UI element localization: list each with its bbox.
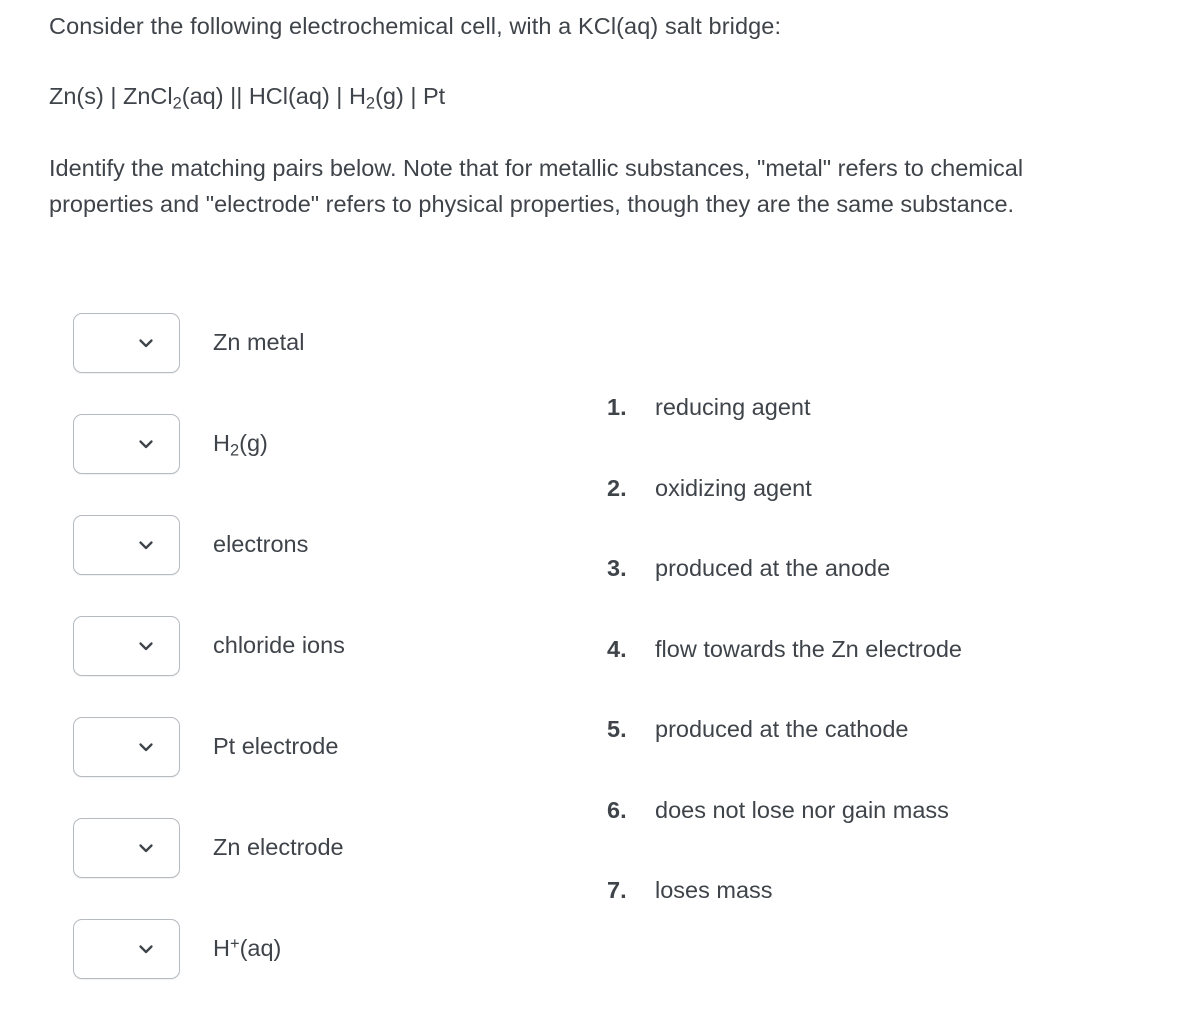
list-item: 5. produced at the cathode	[607, 716, 1127, 797]
match-select-3[interactable]	[73, 515, 180, 575]
answer-text-4: flow towards the Zn electrode	[655, 635, 962, 662]
answer-text-7: loses mass	[655, 877, 773, 903]
chevron-down-icon	[136, 434, 156, 454]
match-label-7: H+(aq)	[213, 935, 282, 962]
match-select-6[interactable]	[73, 818, 180, 878]
match-label-1: Zn metal	[213, 329, 305, 356]
match-row: H+(aq)	[73, 919, 543, 979]
cell-notation: Zn(s) | ZnCl2(aq) || HCl(aq) | H2(g) | P…	[49, 79, 1139, 114]
match-label-7-pre: H	[213, 935, 230, 962]
cell-notation-sub1: 2	[172, 94, 182, 113]
answer-text-1: reducing agent	[655, 394, 811, 420]
intro-text: Consider the following electrochemical c…	[49, 13, 782, 39]
match-label-5: Pt electrode	[213, 733, 339, 760]
answer-number-1: 1.	[607, 394, 627, 420]
match-row: Pt electrode	[73, 717, 543, 777]
match-label-2: H2(g)	[213, 430, 268, 459]
match-select-7[interactable]	[73, 919, 180, 979]
answer-text-6: does not lose nor gain mass	[655, 796, 949, 823]
answer-number-2: 2.	[607, 474, 627, 501]
answer-text-2: oxidizing agent	[655, 474, 812, 501]
chevron-down-icon	[136, 939, 156, 959]
cell-notation-part1: Zn(s) | ZnCl	[49, 83, 173, 109]
list-item: 3. produced at the anode	[607, 555, 1127, 636]
match-label-3: electrons	[213, 531, 309, 558]
match-row: H2(g)	[73, 414, 543, 474]
match-label-6: Zn electrode	[213, 834, 344, 861]
answer-options-list: 1. reducing agent 2. oxidizing agent 3. …	[607, 394, 1127, 958]
answer-number-4: 4.	[607, 635, 627, 662]
match-label-7-sup: +	[229, 935, 240, 954]
list-item: 4. flow towards the Zn electrode	[607, 636, 1127, 717]
match-label-2-post: (g)	[239, 430, 268, 457]
match-label-2-pre: H	[213, 430, 230, 457]
answer-text-5: produced at the cathode	[655, 716, 909, 742]
match-row: Zn electrode	[73, 818, 543, 878]
match-row: electrons	[73, 515, 543, 575]
answer-number-6: 6.	[607, 796, 627, 823]
chevron-down-icon	[136, 636, 156, 656]
match-label-2-sub: 2	[229, 441, 240, 460]
match-items-column: Zn metal H2(g) electrons chloride ions P…	[73, 313, 543, 1020]
match-select-1[interactable]	[73, 313, 180, 373]
list-item: 2. oxidizing agent	[607, 475, 1127, 556]
chevron-down-icon	[136, 737, 156, 757]
match-label-7-post: (aq)	[239, 935, 282, 962]
list-item: 7. loses mass	[607, 877, 1127, 958]
cell-notation-part3: (g) | Pt	[375, 83, 446, 109]
match-select-5[interactable]	[73, 717, 180, 777]
cell-notation-part2: (aq) || HCl(aq) | H	[181, 83, 366, 109]
match-select-2[interactable]	[73, 414, 180, 474]
match-label-4: chloride ions	[213, 632, 345, 659]
list-item: 1. reducing agent	[607, 394, 1127, 475]
chevron-down-icon	[136, 838, 156, 858]
instructions-text: Identify the matching pairs below. Note …	[49, 155, 1024, 217]
chevron-down-icon	[136, 535, 156, 555]
list-item: 6. does not lose nor gain mass	[607, 797, 1127, 878]
cell-notation-sub2: 2	[365, 94, 376, 113]
match-row: chloride ions	[73, 616, 543, 676]
match-row: Zn metal	[73, 313, 543, 373]
chevron-down-icon	[136, 333, 156, 353]
answer-number-5: 5.	[607, 716, 627, 742]
match-select-4[interactable]	[73, 616, 180, 676]
answer-text-3: produced at the anode	[655, 555, 891, 581]
answer-number-3: 3.	[607, 555, 627, 581]
answer-number-7: 7.	[607, 877, 627, 903]
question-prompt: Consider the following electrochemical c…	[49, 9, 1139, 222]
